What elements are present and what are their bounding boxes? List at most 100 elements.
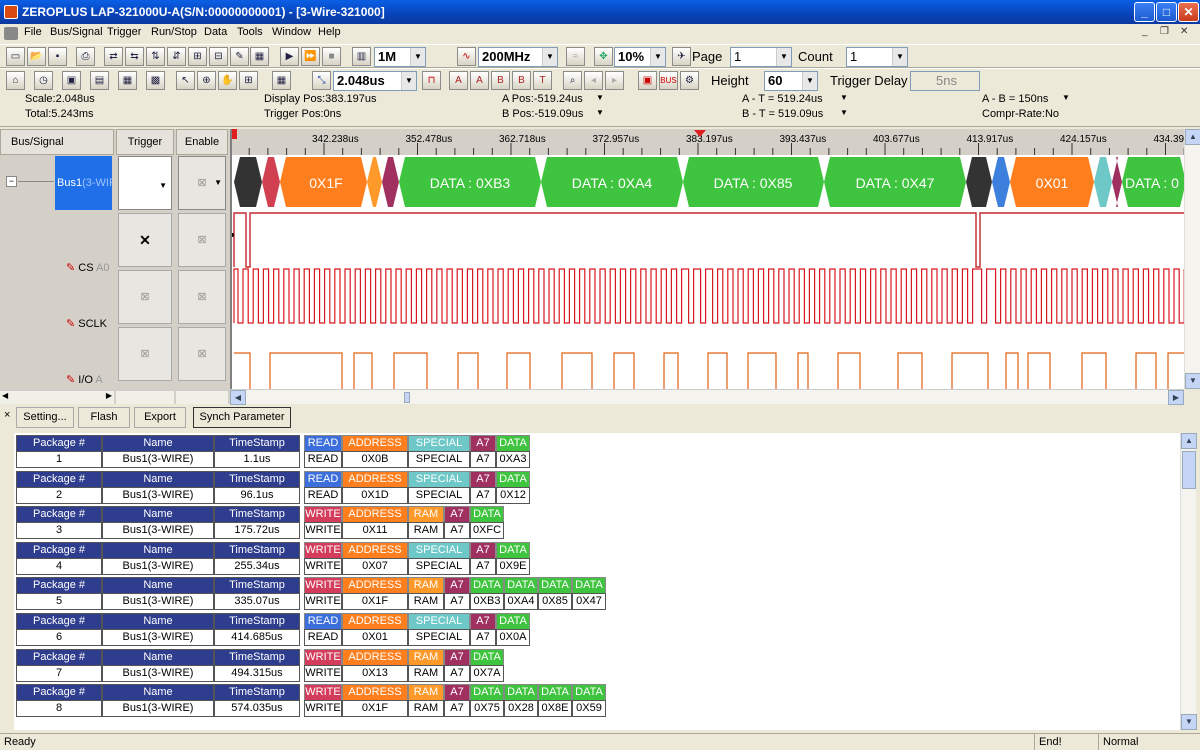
- scroll-right-icon[interactable]: ▶: [1168, 390, 1184, 405]
- waveform-vscroll[interactable]: ▲ ▼: [1184, 129, 1200, 389]
- chevron-down-icon[interactable]: ▼: [542, 48, 557, 66]
- scroll-left-icon[interactable]: ◀: [230, 390, 246, 405]
- chevron-down-icon[interactable]: ▼: [159, 181, 167, 190]
- ungroup-icon[interactable]: ⊟: [209, 47, 228, 66]
- trigger-hscroll[interactable]: [116, 390, 174, 404]
- pointer-icon[interactable]: ↖: [176, 71, 195, 90]
- menu-data[interactable]: Data: [204, 26, 227, 38]
- chevron-down-icon[interactable]: ▼: [840, 108, 848, 117]
- signal-label-icon[interactable]: ⊓: [422, 71, 441, 90]
- scroll-up-icon[interactable]: ▲: [1185, 129, 1200, 145]
- chevron-down-icon[interactable]: ▼: [596, 108, 604, 117]
- bus-segment[interactable]: [234, 157, 262, 207]
- bus-segment[interactable]: [382, 157, 399, 207]
- hscroll-thumb[interactable]: [404, 392, 410, 403]
- bus-enable-cell[interactable]: ⊠ ▼: [178, 156, 226, 210]
- cs-enable-cell[interactable]: ⊠: [178, 213, 226, 267]
- state-view-icon[interactable]: ▩: [146, 71, 165, 90]
- scroll-down-icon[interactable]: ▼: [1181, 714, 1197, 730]
- close-pane-icon[interactable]: ×: [4, 409, 10, 421]
- chevron-down-icon[interactable]: ▼: [410, 48, 425, 66]
- bar-right-icon[interactable]: A: [470, 71, 489, 90]
- bar-left-icon[interactable]: A: [449, 71, 468, 90]
- count-select[interactable]: 1 ▼: [846, 47, 908, 67]
- bar-b-left-icon[interactable]: B: [491, 71, 510, 90]
- mdi-restore-icon[interactable]: ❐: [1160, 26, 1169, 37]
- bar-t-icon[interactable]: T: [533, 71, 552, 90]
- zoom-select[interactable]: 10% ▼: [614, 47, 666, 67]
- sclk-enable-cell[interactable]: ⊠: [178, 270, 226, 324]
- bus-property-icon[interactable]: ▦: [250, 47, 269, 66]
- mdi-close-icon[interactable]: ✕: [1180, 26, 1188, 37]
- bar-b-right-icon[interactable]: B: [512, 71, 531, 90]
- scroll-left-icon[interactable]: ◀: [2, 391, 8, 400]
- setting-button[interactable]: Setting...: [16, 407, 74, 428]
- save-icon[interactable]: ▪: [48, 47, 67, 66]
- bus-edit-icon[interactable]: ⇆: [125, 47, 144, 66]
- trigger-icon[interactable]: ▣: [62, 71, 81, 90]
- height-select[interactable]: 60 ▼: [764, 71, 818, 91]
- scale-select[interactable]: 2.048us ▼: [333, 71, 417, 91]
- menu-window[interactable]: Window: [272, 26, 311, 38]
- synch-parameter-button[interactable]: Synch Parameter: [193, 407, 291, 428]
- menu-file[interactable]: File: [24, 26, 42, 38]
- bus-segment[interactable]: [1112, 157, 1122, 207]
- bus-segment[interactable]: [262, 157, 280, 207]
- menu-help[interactable]: Help: [318, 26, 341, 38]
- signal-hscroll[interactable]: ◀ ▶: [0, 390, 114, 404]
- package-vscroll[interactable]: ▲ ▼: [1180, 433, 1197, 730]
- page-select[interactable]: 1 ▼: [730, 47, 792, 67]
- run-icon[interactable]: ▶: [280, 47, 299, 66]
- scroll-down-icon[interactable]: ▼: [1185, 373, 1200, 389]
- menu-bus-signal[interactable]: Bus/Signal: [50, 26, 103, 38]
- enable-hscroll[interactable]: [176, 390, 228, 404]
- waveform-hscroll[interactable]: ◀ ▶: [230, 389, 1184, 405]
- compare-icon[interactable]: ▣: [638, 71, 657, 90]
- vscroll-thumb[interactable]: [1182, 451, 1196, 489]
- grid-icon[interactable]: ▦: [272, 71, 291, 90]
- chevron-down-icon[interactable]: ▼: [596, 93, 604, 102]
- new-icon[interactable]: ▭: [6, 47, 25, 66]
- io-trigger-cell[interactable]: ⊠: [118, 327, 172, 381]
- search-icon[interactable]: ⌕: [563, 71, 582, 90]
- waveform-area[interactable]: 342.238us 352.478us 362.718us 372.957us 383.…: [230, 129, 1186, 389]
- menu-tools[interactable]: Tools: [237, 26, 263, 38]
- start-marker[interactable]: [232, 129, 237, 139]
- bus-segment[interactable]: [992, 157, 1010, 207]
- print-icon[interactable]: ⎙: [76, 47, 95, 66]
- minimize-button[interactable]: _: [1134, 2, 1155, 22]
- zoom-in-icon[interactable]: ⊕: [197, 71, 216, 90]
- bus-segment[interactable]: [1094, 157, 1112, 207]
- bus1-row[interactable]: Bus1(3-WIF: [55, 156, 112, 210]
- menu-run-stop[interactable]: Run/Stop: [151, 26, 197, 38]
- chevron-down-icon[interactable]: ▼: [1062, 93, 1070, 102]
- maximize-button[interactable]: □: [1156, 2, 1177, 22]
- bus-trigger-select[interactable]: ▼: [118, 156, 172, 210]
- home-icon[interactable]: ⌂: [6, 71, 25, 90]
- scroll-up-icon[interactable]: ▲: [1181, 433, 1197, 449]
- close-button[interactable]: ✕: [1178, 2, 1199, 22]
- clock-icon[interactable]: ◷: [34, 71, 53, 90]
- chevron-down-icon[interactable]: ▼: [840, 93, 848, 102]
- export-button[interactable]: Export: [134, 407, 186, 428]
- flash-button[interactable]: Flash: [78, 407, 130, 428]
- frequency-select[interactable]: 200MHz ▼: [478, 47, 558, 67]
- doc-icon[interactable]: [4, 27, 18, 40]
- signal-remove-icon[interactable]: ⇵: [167, 47, 186, 66]
- bus-add-icon[interactable]: ⇄: [104, 47, 123, 66]
- trigger-position-icon[interactable]: ✥: [594, 47, 613, 66]
- cs-trigger-cell[interactable]: ✕: [118, 213, 172, 267]
- signal-add-icon[interactable]: ⇅: [146, 47, 165, 66]
- hand-icon[interactable]: ✋: [218, 71, 237, 90]
- measure-icon[interactable]: ⊞: [239, 71, 258, 90]
- chevron-down-icon[interactable]: ▼: [650, 48, 665, 66]
- chevron-down-icon[interactable]: ▼: [401, 72, 416, 90]
- group-icon[interactable]: ⊞: [188, 47, 207, 66]
- menu-trigger[interactable]: Trigger: [107, 26, 141, 38]
- collapse-icon[interactable]: −: [6, 176, 17, 187]
- signal-row-sclk[interactable]: ✎ SCLK: [66, 317, 107, 330]
- list-view-icon[interactable]: ▦: [118, 71, 137, 90]
- io-enable-cell[interactable]: ⊠: [178, 327, 226, 381]
- chevron-down-icon[interactable]: ▼: [214, 157, 222, 209]
- open-icon[interactable]: 📂: [27, 47, 46, 66]
